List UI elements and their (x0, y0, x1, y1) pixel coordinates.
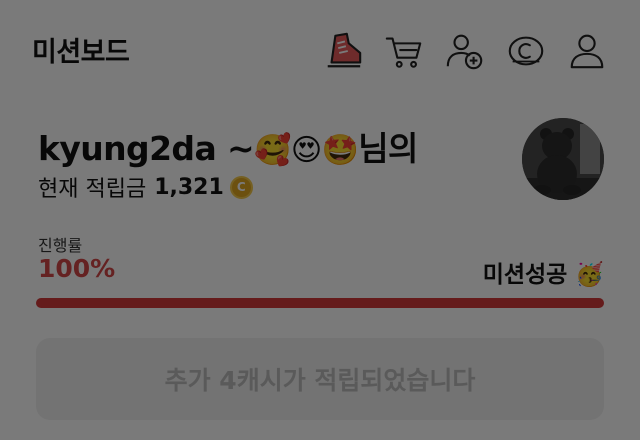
profile-icon[interactable] (564, 28, 610, 74)
progress-label: 진행률 (38, 236, 83, 255)
coin-icon: C (229, 175, 253, 199)
progress-bar (36, 298, 604, 308)
header-actions (320, 28, 610, 74)
reward-cash-button[interactable]: 추가 4캐시가 적립되었습니다 (36, 338, 604, 420)
greeting-suffix: 님의 (358, 129, 418, 168)
username: kyung2da ~ (38, 129, 255, 168)
add-friend-icon[interactable] (442, 28, 488, 74)
sneaker-icon[interactable] (320, 28, 366, 74)
points-label: 현재 적립금 (38, 177, 147, 202)
top-bar: 미션보드 (0, 0, 640, 100)
greeting-emojis: 🥰😍🤩 (254, 133, 359, 168)
points-row: 현재 적립금 1,321 C (38, 171, 253, 203)
page-title: 미션보드 (32, 37, 130, 68)
greeting: kyung2da ~🥰😍🤩님의 (38, 122, 418, 170)
mission-status-text: 미션성공 (482, 262, 568, 288)
cash-icon[interactable] (503, 28, 549, 74)
mission-status: 미션성공 🥳 (483, 255, 604, 289)
party-face-emoji: 🥳 (575, 262, 604, 288)
avatar[interactable] (522, 118, 604, 200)
progress-value: 100% (38, 254, 116, 283)
profile-summary: kyung2da ~🥰😍🤩님의 현재 적립금 1,321 C (38, 116, 608, 206)
progress-bar-fill (36, 298, 604, 308)
cart-icon[interactable] (381, 28, 427, 74)
points-value: 1,321 (154, 174, 224, 200)
mission-board-screen: 미션보드 kyung2da ~🥰😍🤩님의 현재 적립금 1,321 C 진행률 … (0, 0, 640, 440)
